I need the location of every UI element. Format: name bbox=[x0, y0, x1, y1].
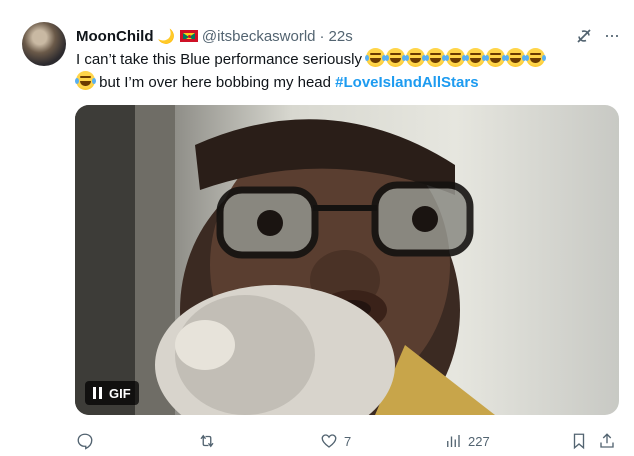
laughing-tears-emoji-icon bbox=[485, 48, 507, 67]
laughing-tears-emoji-icon bbox=[525, 48, 547, 67]
bookmark-icon bbox=[573, 433, 585, 450]
reply-button[interactable] bbox=[76, 428, 100, 454]
gif-media[interactable]: GIF bbox=[75, 105, 619, 415]
grok-icon[interactable] bbox=[574, 26, 594, 46]
emoji-group-line1 bbox=[365, 48, 547, 67]
grenada-flag-icon bbox=[179, 30, 198, 42]
more-options-icon[interactable]: ··· bbox=[604, 26, 622, 46]
hashtag-link[interactable]: #LoveIslandAllStars bbox=[335, 74, 478, 91]
laughing-tears-emoji-icon bbox=[505, 48, 527, 67]
tweet-text-line1: I can’t take this Blue performance serio… bbox=[76, 51, 362, 68]
timestamp[interactable]: 22s bbox=[329, 28, 353, 45]
heart-icon bbox=[321, 434, 337, 448]
laughing-tears-emoji-icon bbox=[445, 48, 467, 67]
views-button[interactable]: 227 bbox=[444, 428, 490, 454]
tweet-text: I can’t take this Blue performance serio… bbox=[75, 48, 616, 94]
laughing-tears-emoji-icon bbox=[425, 48, 447, 67]
bookmark-button[interactable] bbox=[570, 428, 588, 454]
separator-dot: · bbox=[319, 27, 325, 45]
reply-icon bbox=[77, 433, 93, 450]
laughing-tears-emoji-icon bbox=[75, 71, 96, 90]
like-button[interactable]: 7 bbox=[320, 428, 351, 454]
emoji-group-line2 bbox=[75, 71, 96, 90]
laughing-tears-emoji-icon bbox=[405, 48, 427, 67]
retweet-button[interactable] bbox=[198, 428, 222, 454]
like-count: 7 bbox=[344, 433, 352, 449]
laughing-tears-emoji-icon bbox=[365, 48, 387, 67]
share-icon bbox=[600, 433, 614, 448]
gif-label: GIF bbox=[109, 385, 131, 401]
retweet-icon bbox=[200, 434, 214, 448]
laughing-tears-emoji-icon bbox=[465, 48, 487, 67]
gif-badge[interactable]: GIF bbox=[85, 381, 139, 405]
avatar[interactable] bbox=[22, 22, 66, 66]
share-button[interactable] bbox=[598, 428, 616, 454]
moon-icon: 🌙 bbox=[157, 27, 175, 44]
tweet-header: MoonChild 🌙 @itsbeckasworld · 22s bbox=[76, 25, 353, 47]
views-count: 227 bbox=[468, 433, 490, 449]
tweet-text-line2: but I’m over here bobbing my head bbox=[99, 74, 331, 91]
display-name[interactable]: MoonChild bbox=[76, 28, 153, 45]
laughing-tears-emoji-icon bbox=[385, 48, 407, 67]
user-handle[interactable]: @itsbeckasworld bbox=[202, 28, 316, 45]
analytics-icon bbox=[447, 435, 460, 447]
pause-icon bbox=[93, 387, 103, 399]
action-bar: 7 227 bbox=[0, 428, 634, 454]
gif-frame-image bbox=[75, 105, 495, 415]
